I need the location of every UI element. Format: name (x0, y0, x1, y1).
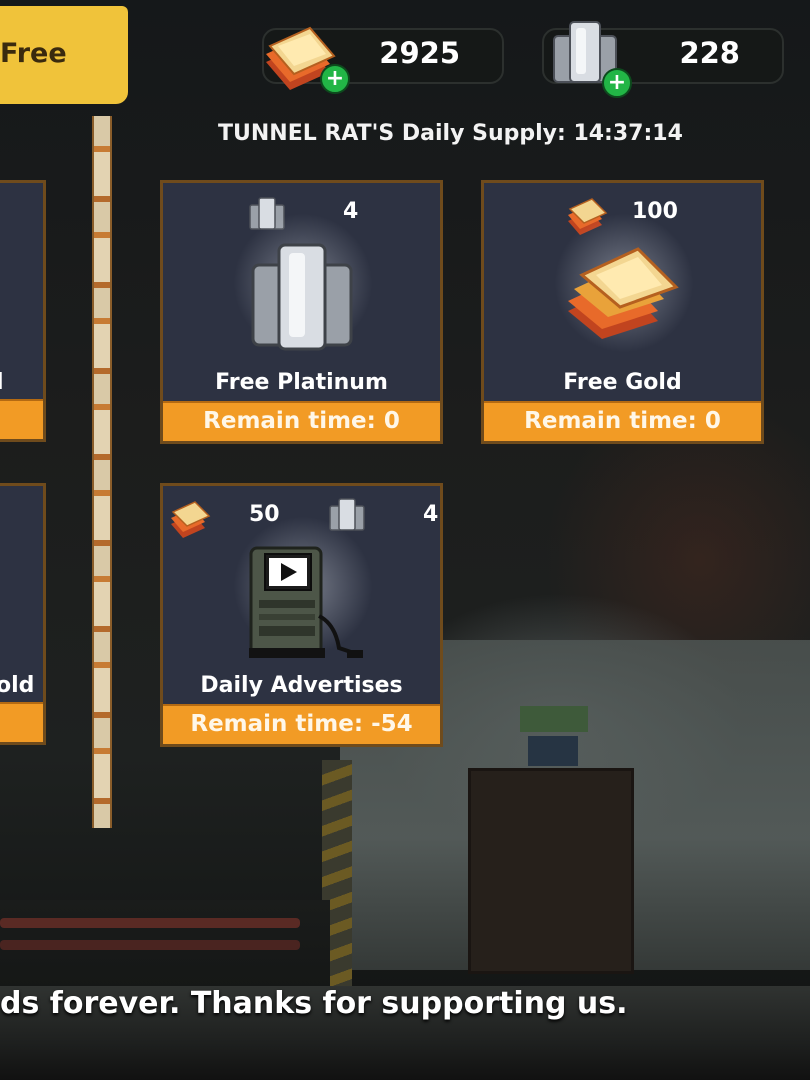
panel-divider (92, 116, 112, 828)
partial-card-top[interactable]: l (0, 180, 46, 442)
video-ad-machine-icon (249, 546, 363, 658)
daily-supply-timer: TUNNEL RAT'S Daily Supply: 14:37:14 (218, 121, 683, 146)
card-daily-advertises[interactable]: 50 4 Daily Advertises Remain time: -54 (160, 483, 443, 747)
gold-bars-icon (568, 247, 679, 339)
remain-time-label: Remain time: 0 (524, 408, 721, 434)
partial-card-top-bar (0, 399, 43, 439)
reward-platinum-amount: 4 (343, 199, 359, 224)
background-lamp (528, 736, 578, 766)
remain-time-bar: Remain time: -54 (163, 704, 440, 744)
platinum-amount: 228 (679, 36, 740, 70)
card-free-platinum[interactable]: 4 Free Platinum Remain time: 0 (160, 180, 443, 444)
background-sign (520, 706, 588, 732)
add-gold-button[interactable]: + (320, 64, 350, 94)
platinum-bars-icon (251, 243, 353, 351)
gold-amount: 2925 (379, 36, 460, 70)
partial-card-bottom-bar (0, 702, 43, 742)
gold-counter: + 2925 (262, 26, 504, 94)
tab-free[interactable]: Free (0, 6, 128, 104)
card-title: Free Gold (563, 370, 682, 395)
remain-time-label: Remain time: -54 (190, 711, 413, 737)
add-platinum-button[interactable]: + (602, 68, 632, 98)
card-title: Daily Advertises (200, 673, 403, 698)
platinum-counter: + 228 (542, 21, 784, 98)
card-title: Free Platinum (215, 370, 388, 395)
tab-free-label: Free (0, 38, 67, 69)
card-free-gold[interactable]: 100 Free Gold Remain time: 0 (481, 180, 764, 444)
reward-platinum-amount: 4 (423, 502, 439, 527)
remain-time-bar: Remain time: 0 (163, 401, 440, 441)
pipe (0, 918, 300, 928)
footer-message: ds forever. Thanks for supporting us. (0, 986, 628, 1021)
background-door (468, 768, 634, 974)
pipe (0, 940, 300, 950)
gold-icon (171, 501, 211, 538)
partial-card-bottom[interactable]: old (0, 483, 46, 745)
remain-time-label: Remain time: 0 (203, 408, 400, 434)
partial-card-top-name: l (0, 370, 4, 395)
remain-time-bar: Remain time: 0 (484, 401, 761, 441)
partial-card-bottom-name: old (0, 673, 35, 698)
